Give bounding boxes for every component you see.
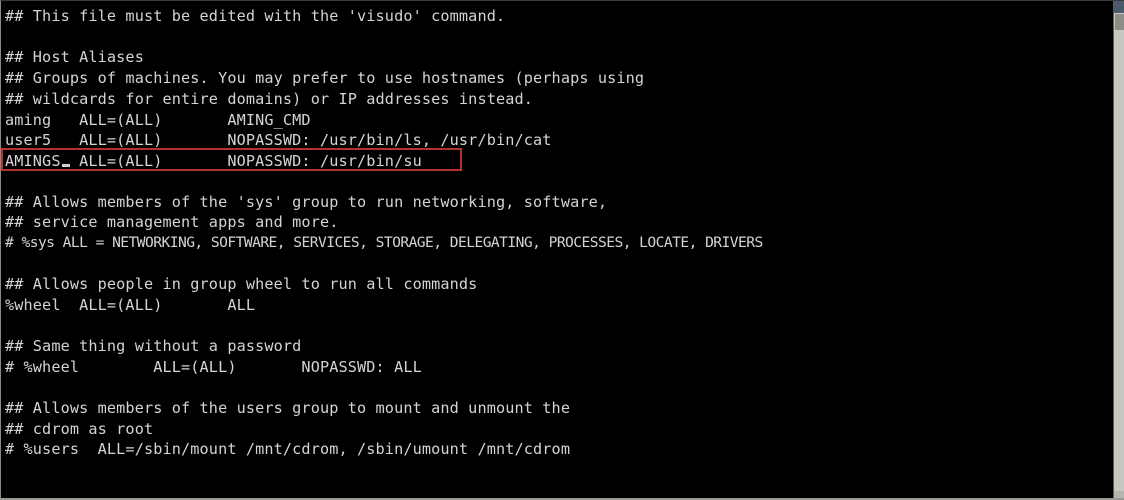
- terminal-line: user5 ALL=(ALL) NOPASSWD: /usr/bin/ls, /…: [5, 131, 552, 149]
- terminal-window[interactable]: ## This file must be edited with the 'vi…: [0, 0, 1124, 500]
- terminal-line: # %sys ALL = NETWORKING, SOFTWARE, SERVI…: [5, 234, 763, 251]
- terminal-line: %wheel ALL=(ALL) ALL: [5, 296, 256, 314]
- vertical-scrollbar[interactable]: [1113, 1, 1124, 498]
- terminal-line: AMINGS ALL=(ALL) NOPASSWD: /usr/bin/su: [5, 152, 422, 170]
- terminal-line: ## cdrom as root: [5, 420, 154, 438]
- scrollbar-top-cap[interactable]: [1114, 1, 1124, 13]
- terminal-line: ## Same thing without a password: [5, 337, 302, 355]
- terminal-line: # %users ALL=/sbin/mount /mnt/cdrom, /sb…: [5, 440, 571, 458]
- text-cursor: [62, 164, 70, 167]
- terminal-line: ## Allows members of the 'sys' group to …: [5, 193, 608, 211]
- terminal-line: ## service management apps and more.: [5, 213, 339, 231]
- terminal-line: ## Allows people in group wheel to run a…: [5, 275, 478, 293]
- scrollbar-bottom-cap[interactable]: [1114, 491, 1124, 498]
- terminal-line: # %wheel ALL=(ALL) NOPASSWD: ALL: [5, 358, 422, 376]
- terminal-line: ## wildcards for entire domains) or IP a…: [5, 90, 534, 108]
- terminal-line: ## Host Aliases: [5, 48, 144, 66]
- terminal-text-area[interactable]: ## This file must be edited with the 'vi…: [1, 1, 1113, 495]
- scrollbar-thumb[interactable]: [1115, 14, 1124, 30]
- terminal-line: ## This file must be edited with the 'vi…: [5, 7, 506, 25]
- terminal-line: aming ALL=(ALL) AMING_CMD: [5, 111, 311, 129]
- terminal-line: ## Allows members of the users group to …: [5, 399, 571, 417]
- terminal-line: ## Groups of machines. You may prefer to…: [5, 69, 645, 87]
